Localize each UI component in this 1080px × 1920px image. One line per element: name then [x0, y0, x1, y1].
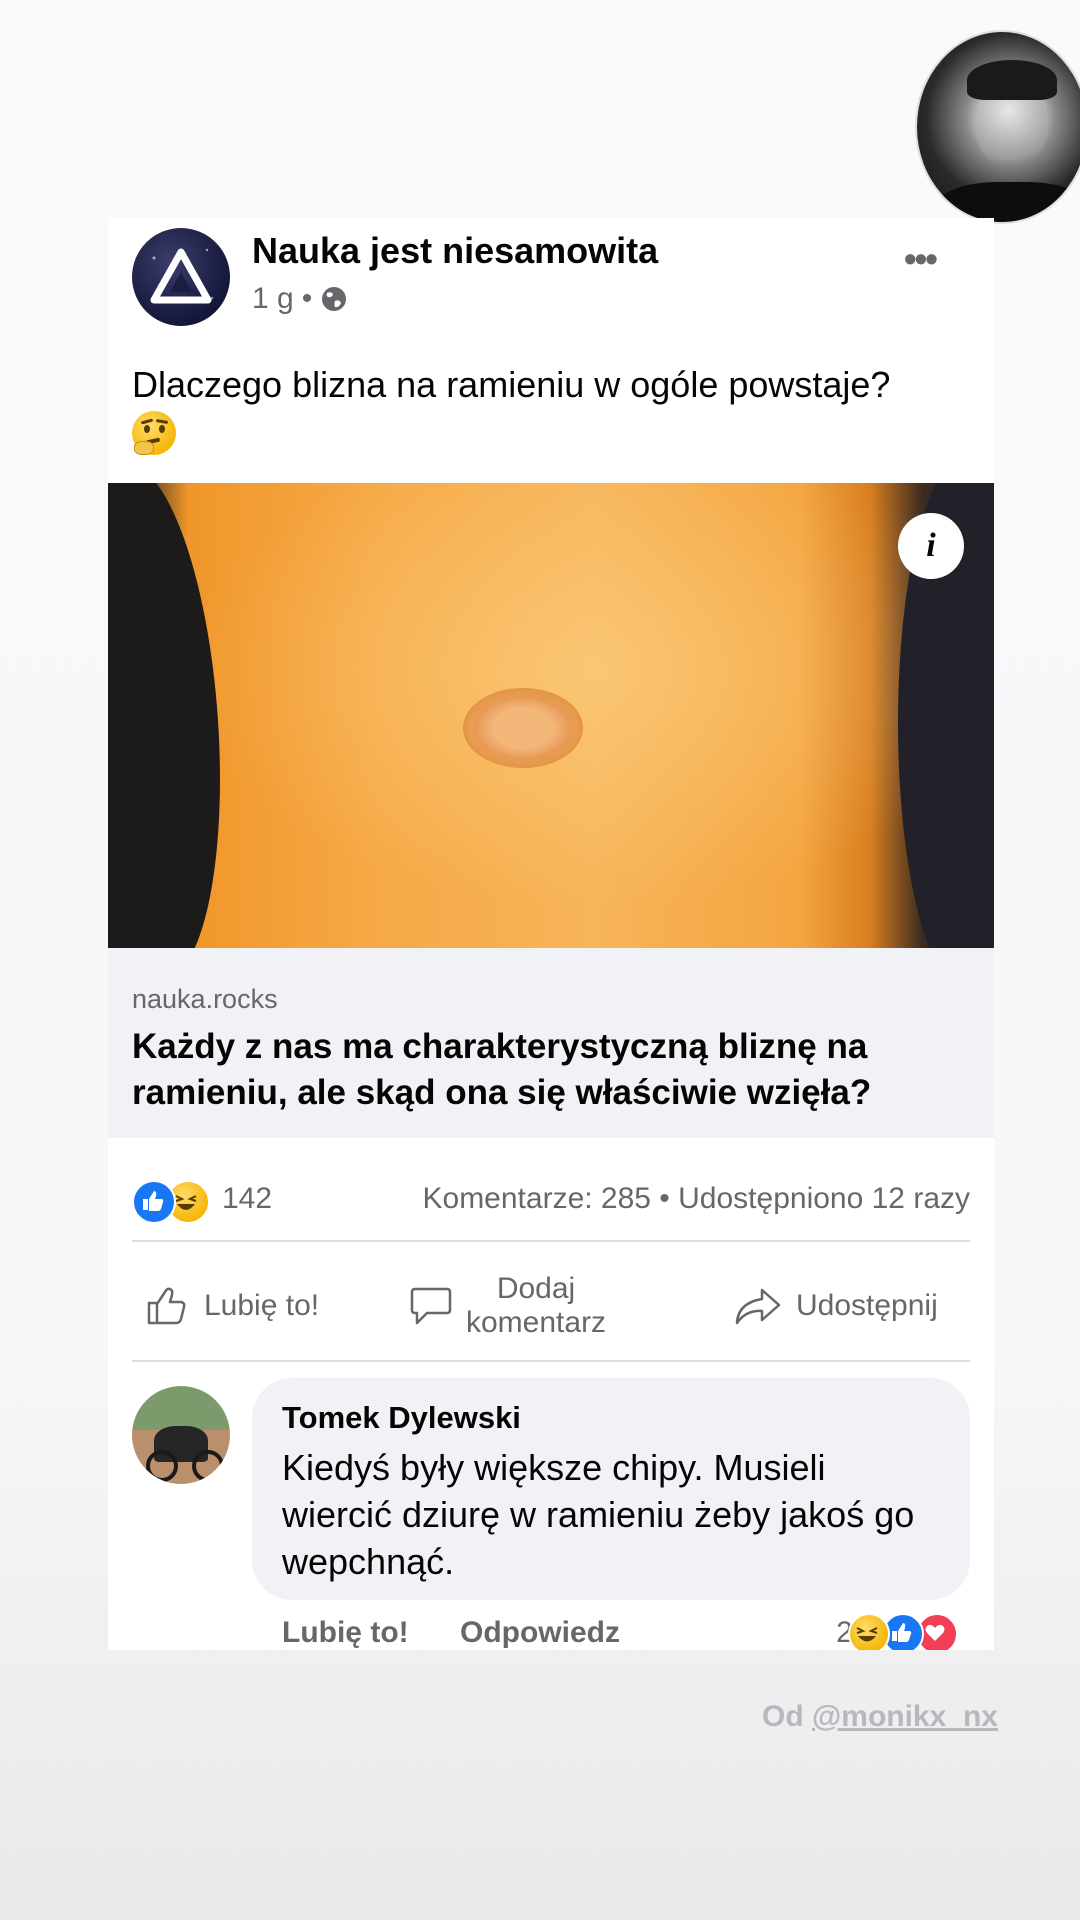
commenter-name[interactable]: Tomek Dylewski — [282, 1400, 521, 1436]
info-icon[interactable]: i — [898, 513, 964, 579]
divider — [132, 1360, 970, 1362]
post-time[interactable]: 1 g — [252, 282, 294, 316]
post-text: Dlaczego blizna na ramieniu w ogóle pows… — [132, 362, 972, 456]
link-domain: nauka.rocks — [132, 984, 278, 1014]
divider — [132, 1240, 970, 1242]
post-card: Nauka jest niesamowita 1 g • ••• Dlaczeg… — [108, 218, 994, 1650]
like-reaction-icon — [132, 1180, 176, 1224]
story-author-avatar[interactable] — [915, 30, 1080, 224]
share-button[interactable]: Udostępnij — [734, 1266, 938, 1346]
avatar-hair — [967, 60, 1057, 100]
meta-separator: • — [301, 282, 313, 315]
comment-button-label: Dodaj komentarz — [466, 1272, 606, 1340]
post-text-content: Dlaczego blizna na ramieniu w ogóle pows… — [132, 364, 891, 405]
like-button-label: Lubię to! — [204, 1289, 320, 1322]
reaction-icons[interactable] — [132, 1180, 216, 1224]
comments-shares-count[interactable]: Komentarze: 285 • Udostępniono 12 razy — [423, 1182, 971, 1216]
commenter-avatar[interactable] — [132, 1386, 230, 1484]
speech-bubble-icon — [410, 1287, 452, 1325]
page-name[interactable]: Nauka jest niesamowita — [252, 230, 658, 272]
link-preview[interactable]: nauka.rocks Każdy z nas ma charakterysty… — [108, 948, 994, 1138]
triangle-logo-icon — [150, 248, 214, 304]
credit-handle[interactable]: @monikx_nx — [812, 1700, 998, 1733]
post-meta: 1 g • — [252, 282, 348, 316]
reaction-count[interactable]: 142 — [222, 1182, 272, 1216]
comment-reply-button[interactable]: Odpowiedz — [460, 1616, 620, 1650]
comment-label-line2: komentarz — [466, 1306, 607, 1339]
comment-bubble: Tomek Dylewski Kiedyś były większe chipy… — [252, 1378, 970, 1600]
thumbs-up-icon — [147, 1287, 186, 1325]
credit-prefix: Od — [762, 1700, 813, 1733]
link-title: Każdy z nas ma charakterystyczną bliznę … — [132, 1027, 872, 1112]
vaccine-scar — [463, 688, 583, 768]
haha-reaction-icon — [848, 1613, 890, 1650]
post-image[interactable]: i — [108, 483, 994, 948]
comment-label-line1: Dodaj — [496, 1272, 576, 1305]
comment-reaction-icons[interactable] — [844, 1613, 964, 1650]
thinking-face-icon — [132, 411, 176, 456]
more-options-icon[interactable]: ••• — [904, 238, 938, 280]
like-button[interactable]: Lubię to! — [146, 1266, 319, 1346]
comment-like-button[interactable]: Lubię to! — [282, 1616, 409, 1650]
page-avatar[interactable] — [132, 228, 230, 326]
story-credit: Od @monikx_nx — [762, 1700, 998, 1734]
share-button-label: Udostępnij — [796, 1289, 938, 1322]
globe-icon — [322, 287, 347, 311]
post-stats: 142 Komentarze: 285 • Udostępniono 12 ra… — [108, 1168, 994, 1238]
comment-button[interactable]: Dodaj komentarz — [410, 1266, 606, 1346]
share-arrow-icon — [735, 1288, 781, 1325]
comment-text: Kiedyś były większe chipy. Musieli wierc… — [282, 1447, 915, 1582]
wheel-shape — [192, 1450, 224, 1482]
wheel-shape — [146, 1450, 178, 1482]
